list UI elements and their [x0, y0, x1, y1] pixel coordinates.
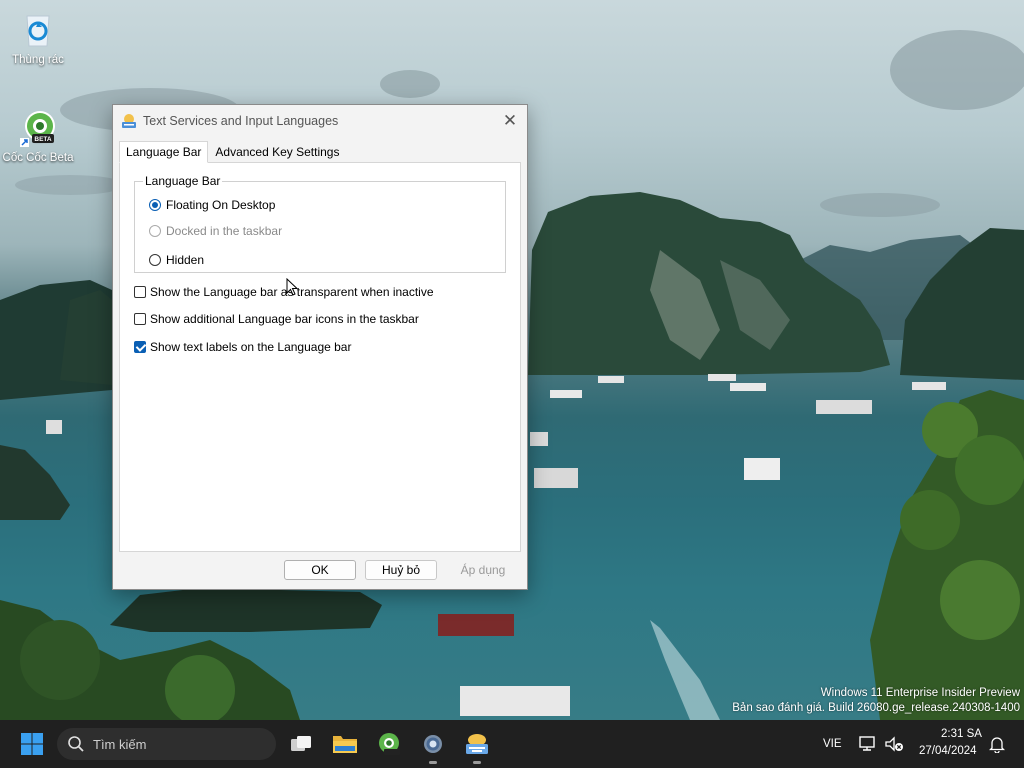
clock-date[interactable]: 27/04/2024: [919, 745, 977, 757]
checkbox-label: Show additional Language bar icons in th…: [150, 312, 419, 326]
language-bar-groupbox: Language Bar Floating On Desktop Docked …: [134, 174, 506, 273]
desktop-icon-label: Thùng rác: [12, 54, 64, 66]
checkbox-indicator[interactable]: [134, 286, 146, 298]
settings-taskbar-button[interactable]: [416, 728, 450, 764]
ok-button[interactable]: OK: [284, 560, 356, 580]
radio-hidden[interactable]: Hidden: [149, 253, 204, 267]
text-services-taskbar-button[interactable]: [460, 728, 494, 764]
network-monitor-icon: [859, 736, 875, 751]
file-explorer-button[interactable]: [328, 728, 362, 760]
checkbox-indicator[interactable]: [134, 341, 146, 353]
folder-icon: [333, 736, 357, 753]
radio-label: Docked in the taskbar: [166, 224, 283, 238]
coccoc-icon: [379, 733, 400, 755]
running-indicator: [473, 761, 481, 764]
start-button[interactable]: [15, 728, 49, 760]
evaluation-watermark: Windows 11 Enterprise Insider Preview Bả…: [732, 686, 1020, 716]
radio-floating-on-desktop[interactable]: Floating On Desktop: [149, 198, 275, 212]
search-icon: [68, 736, 84, 752]
notifications-button[interactable]: [984, 728, 1010, 760]
taskbar-search[interactable]: Tìm kiếm: [57, 728, 276, 760]
gear-icon: [424, 735, 442, 753]
radio-docked-in-taskbar: Docked in the taskbar: [149, 224, 282, 238]
text-services-dialog: Text Services and Input Languages ✕ Lang…: [112, 104, 528, 590]
cancel-button[interactable]: Huỷ bỏ: [365, 560, 437, 580]
taskbar: Tìm kiếm VIE 2:31 SA 27/04/2024: [0, 720, 1024, 768]
volume-muted-icon: [885, 736, 903, 752]
radio-label: Floating On Desktop: [166, 198, 276, 212]
coccoc-beta-icon: BETA: [18, 108, 58, 148]
tab-panel-language-bar: Language Bar Floating On Desktop Docked …: [119, 162, 521, 552]
desktop-icon-coccoc-beta[interactable]: BETA Cốc Cốc Beta: [2, 108, 74, 164]
tab-language-bar[interactable]: Language Bar: [119, 141, 209, 163]
mouse-cursor-icon: [286, 278, 298, 296]
checkbox-show-text-labels[interactable]: Show text labels on the Language bar: [134, 340, 351, 354]
radio-indicator[interactable]: [149, 254, 161, 266]
running-indicator: [429, 761, 437, 764]
dialog-titlebar[interactable]: Text Services and Input Languages ✕: [113, 105, 527, 137]
watermark-line-build: Bản sao đánh giá. Build 26080.ge_release…: [732, 702, 1020, 714]
dialog-tabs: Language Bar Advanced Key Settings: [119, 141, 346, 163]
bell-icon: [989, 737, 1005, 753]
task-view-icon: [291, 736, 311, 751]
radio-label: Hidden: [166, 253, 205, 267]
desktop-icon-label: Cốc Cốc Beta: [2, 152, 74, 164]
windows-logo-icon: [21, 733, 43, 755]
svg-text:BETA: BETA: [34, 136, 52, 143]
groupbox-label: Language Bar: [143, 174, 223, 188]
clock-time[interactable]: 2:31 SA: [941, 728, 982, 740]
keyboard-icon: [466, 734, 488, 754]
checkbox-additional-icons-taskbar[interactable]: Show additional Language bar icons in th…: [134, 312, 419, 326]
task-view-button[interactable]: [284, 728, 318, 760]
apply-button: Áp dụng: [447, 560, 519, 580]
checkbox-transparent-when-inactive[interactable]: Show the Language bar as transparent whe…: [134, 285, 434, 299]
desktop-icon-recycle-bin[interactable]: Thùng rác: [2, 10, 74, 66]
keyboard-globe-icon: [121, 113, 137, 129]
radio-indicator: [149, 225, 161, 237]
tab-advanced-key-settings[interactable]: Advanced Key Settings: [208, 141, 346, 163]
volume-button[interactable]: [881, 728, 907, 760]
close-icon: ✕: [502, 111, 518, 131]
dialog-title: Text Services and Input Languages: [143, 114, 339, 128]
network-button[interactable]: [855, 728, 881, 760]
input-language-indicator[interactable]: VIE: [823, 738, 842, 750]
recycle-bin-icon: [18, 10, 58, 50]
search-placeholder: Tìm kiếm: [93, 736, 147, 752]
checkbox-indicator[interactable]: [134, 313, 146, 325]
coccoc-taskbar-button[interactable]: [372, 728, 406, 760]
checkbox-label: Show text labels on the Language bar: [150, 340, 352, 354]
radio-indicator[interactable]: [149, 199, 161, 211]
close-button[interactable]: ✕: [495, 106, 525, 136]
watermark-line-edition: Windows 11 Enterprise Insider Preview: [820, 687, 1020, 699]
